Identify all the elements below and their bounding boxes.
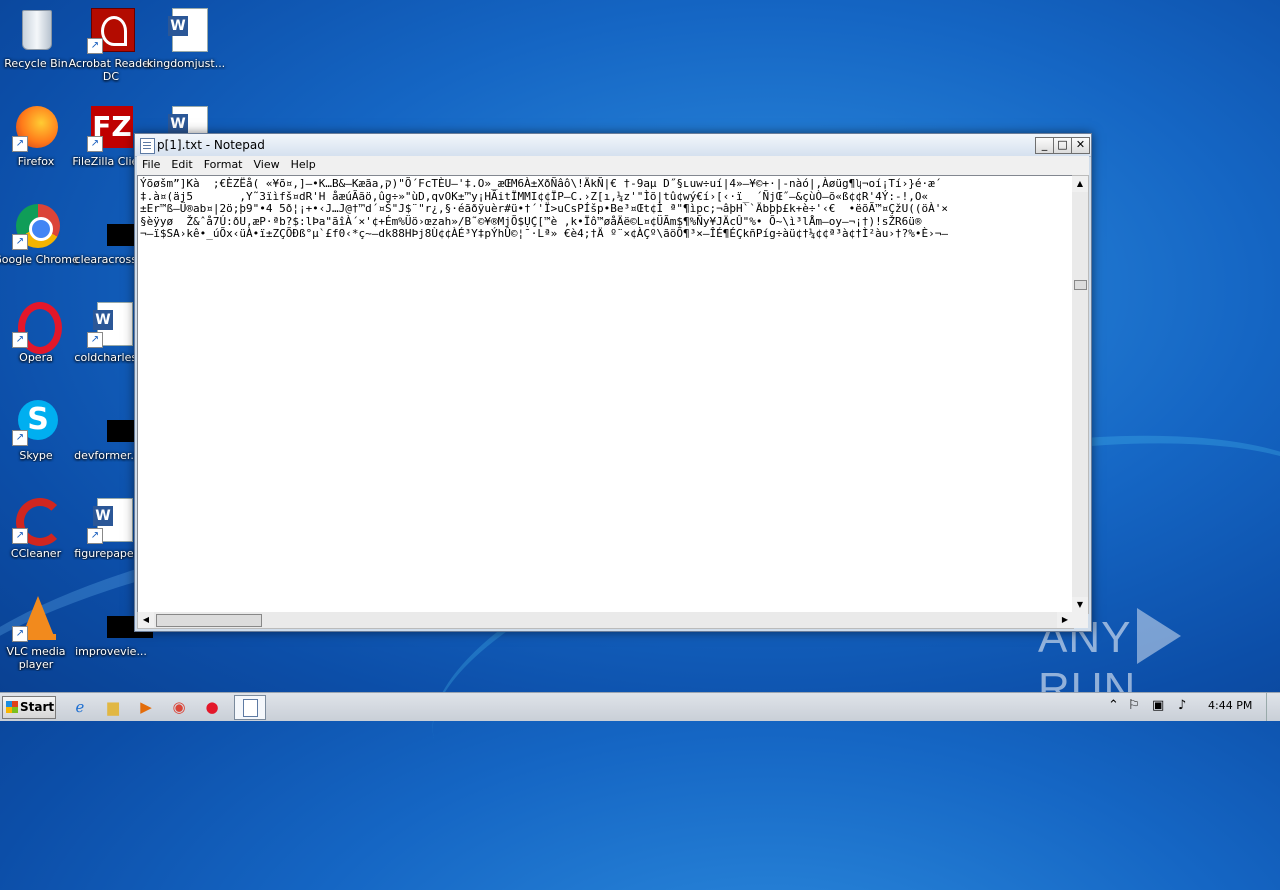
word-doc-icon: W bbox=[162, 6, 210, 54]
shortcut-arrow-icon: ↗ bbox=[12, 136, 28, 152]
shortcut-arrow-icon: ↗ bbox=[87, 38, 103, 54]
menu-edit[interactable]: Edit bbox=[166, 156, 198, 171]
scroll-down-arrow-icon[interactable]: ▼ bbox=[1072, 597, 1088, 613]
maximize-button[interactable]: □ bbox=[1053, 137, 1072, 154]
file-icon bbox=[87, 594, 153, 642]
play-logo-icon bbox=[1137, 608, 1182, 664]
shortcut-arrow-icon: ↗ bbox=[12, 626, 28, 642]
resize-grip[interactable] bbox=[1072, 612, 1088, 628]
network-icon[interactable]: ▣ bbox=[1152, 698, 1164, 713]
file-icon bbox=[87, 398, 153, 446]
horizontal-scroll-thumb[interactable] bbox=[156, 614, 262, 627]
vertical-scroll-thumb[interactable] bbox=[1074, 280, 1087, 290]
media-player-icon[interactable]: ▶ bbox=[134, 696, 158, 718]
filezilla-icon: FZ ↗ bbox=[87, 104, 135, 152]
shortcut-arrow-icon: ↗ bbox=[12, 430, 28, 446]
show-desktop-button[interactable] bbox=[1266, 693, 1280, 721]
scroll-up-arrow-icon[interactable]: ▲ bbox=[1072, 176, 1088, 192]
vertical-scrollbar[interactable]: ▲ ▼ bbox=[1072, 175, 1089, 614]
firefox-icon: ↗ bbox=[12, 104, 60, 152]
notepad-icon bbox=[140, 138, 155, 154]
file-icon bbox=[87, 202, 153, 250]
shortcut-arrow-icon: ↗ bbox=[12, 234, 28, 250]
acrobat-icon: ↗ bbox=[87, 6, 135, 54]
word-doc-icon: W ↗ bbox=[87, 300, 135, 348]
notepad-window[interactable]: p[1].txt - Notepad _ □ ✕ File Edit Format V… bbox=[134, 133, 1092, 632]
action-center-flag-icon[interactable]: ⚐ bbox=[1128, 698, 1140, 713]
desktop: Recycle Bin ↗ Firefox ↗ Google Chrome ↗ … bbox=[0, 0, 1280, 890]
shortcut-arrow-icon: ↗ bbox=[87, 136, 103, 152]
window-title: p[1].txt - Notepad bbox=[157, 138, 265, 152]
file-explorer-icon[interactable]: ▆ bbox=[101, 696, 125, 718]
scroll-right-arrow-icon[interactable]: ▶ bbox=[1057, 612, 1073, 628]
shortcut-arrow-icon: ↗ bbox=[12, 332, 28, 348]
notepad-taskbar-button[interactable] bbox=[234, 695, 266, 720]
close-button[interactable]: ✕ bbox=[1071, 137, 1090, 154]
menu-format[interactable]: Format bbox=[199, 156, 249, 171]
text-editor-area[interactable]: Ýõøšm”]Kà ;€ÈZËå( «¥õ¤‚]—•K…B&—Kæãa,ק)"Õ… bbox=[137, 175, 1074, 613]
horizontal-scrollbar[interactable]: ◀ ▶ bbox=[137, 612, 1074, 629]
show-hidden-icons-icon[interactable]: ⌃ bbox=[1108, 698, 1119, 713]
vlc-icon: ↗ bbox=[12, 594, 60, 642]
volume-icon[interactable]: ♪ bbox=[1178, 698, 1186, 713]
minimize-button[interactable]: _ bbox=[1035, 137, 1054, 154]
title-bar[interactable]: p[1].txt - Notepad _ □ ✕ bbox=[135, 134, 1091, 157]
taskbar: Start ℯ ▆ ▶ ◉ ● ⌃ ⚐ ▣ ♪ 4:44 PM bbox=[0, 692, 1280, 721]
word-doc-icon: W ↗ bbox=[87, 496, 135, 544]
opera-icon: ↗ bbox=[12, 300, 62, 354]
start-label: Start bbox=[20, 700, 55, 714]
desktop-icon-label: Acrobat Reader DC bbox=[68, 57, 154, 83]
ccleaner-icon: ↗ bbox=[12, 496, 64, 546]
menu-view[interactable]: View bbox=[249, 156, 286, 171]
shortcut-arrow-icon: ↗ bbox=[87, 332, 103, 348]
windows-logo-icon bbox=[6, 701, 18, 713]
recycle-bin-icon bbox=[12, 6, 60, 54]
desktop-icon-kingdomjust[interactable]: W kingdomjust... bbox=[143, 6, 229, 70]
shortcut-arrow-icon: ↗ bbox=[12, 528, 28, 544]
desktop-icon-label: improvevie... bbox=[75, 645, 147, 658]
shortcut-arrow-icon: ↗ bbox=[87, 528, 103, 544]
notepad-icon bbox=[243, 699, 258, 717]
taskbar-clock[interactable]: 4:44 PM bbox=[1208, 699, 1252, 712]
desktop-icon-acrobat[interactable]: ↗ Acrobat Reader DC bbox=[68, 6, 154, 83]
opera-taskbar-icon[interactable]: ● bbox=[200, 696, 224, 718]
internet-explorer-icon[interactable]: ℯ bbox=[68, 696, 92, 718]
chrome-icon: ↗ bbox=[12, 202, 60, 250]
skype-icon: S ↗ bbox=[12, 398, 60, 446]
menu-help[interactable]: Help bbox=[286, 156, 322, 171]
start-button[interactable]: Start bbox=[2, 696, 56, 719]
menu-file[interactable]: File bbox=[137, 156, 166, 171]
file-content[interactable]: Ýõøšm”]Kà ;€ÈZËå( «¥õ¤‚]—•K…B&—Kæãa,ק)"Õ… bbox=[138, 176, 1073, 243]
chrome-taskbar-icon[interactable]: ◉ bbox=[167, 696, 191, 718]
scroll-left-arrow-icon[interactable]: ◀ bbox=[138, 612, 154, 628]
menu-bar: File Edit Format View Help bbox=[137, 156, 1089, 175]
desktop-icon-label: kingdomjust... bbox=[146, 57, 226, 70]
